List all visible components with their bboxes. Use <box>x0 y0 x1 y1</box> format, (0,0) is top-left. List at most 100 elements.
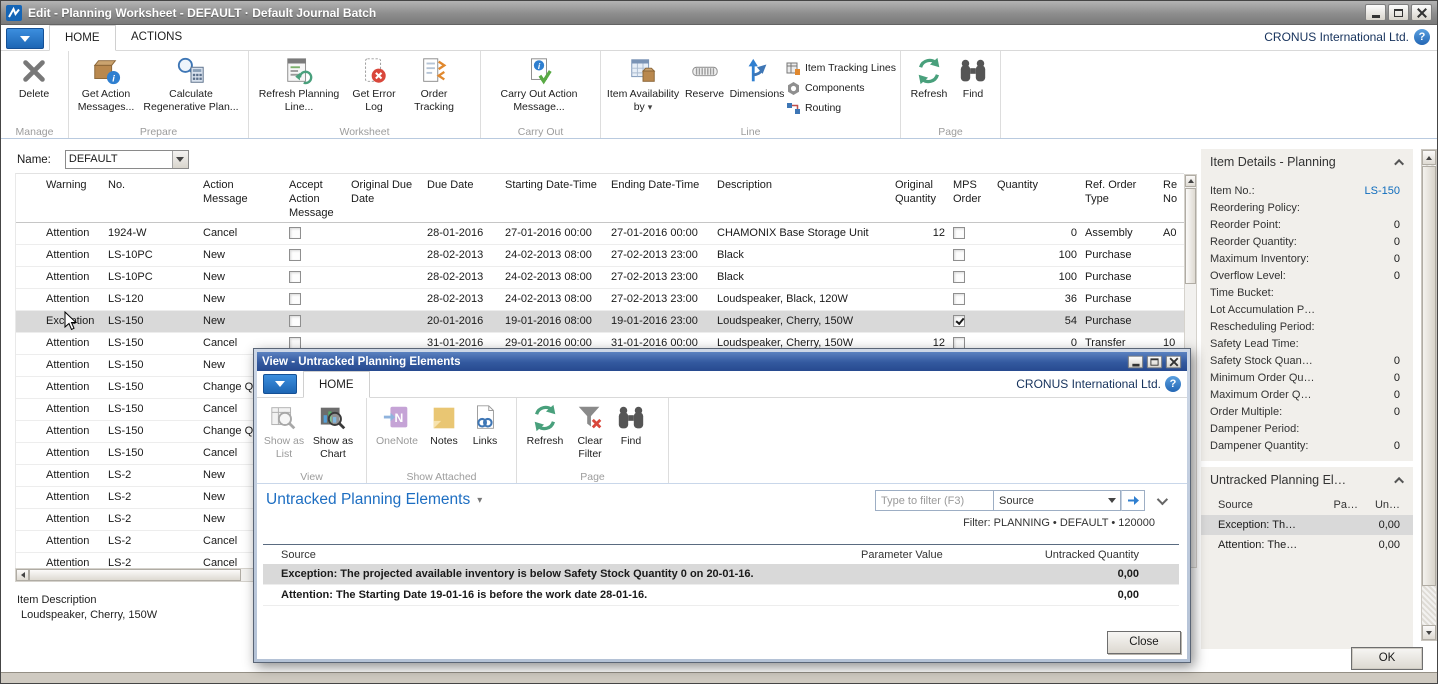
refresh-planning-line-button[interactable]: Refresh Planning Line... <box>253 54 345 113</box>
mps-order-checkbox[interactable] <box>953 271 965 283</box>
sidebar-scrollbar[interactable] <box>1421 149 1437 641</box>
mps-order-checkbox[interactable] <box>953 227 965 239</box>
scroll-up-button[interactable] <box>1185 175 1196 187</box>
tab-home[interactable]: HOME <box>303 371 370 398</box>
grid-row[interactable]: ExceptionLS-150New20-01-201619-01-2016 0… <box>16 311 1185 333</box>
accept-action-message-checkbox[interactable] <box>289 271 301 283</box>
dimensions-button[interactable]: Dimensions <box>728 54 786 101</box>
field-label: Lot Accumulation P… <box>1210 302 1315 319</box>
show-as-list-button[interactable]: Show as List <box>261 401 307 460</box>
mps-order-checkbox[interactable] <box>953 293 965 305</box>
maximize-button[interactable] <box>1147 355 1162 368</box>
table-row[interactable]: Exception: The projected available inven… <box>263 564 1179 585</box>
col-ending-date-time[interactable]: Ending Date-Time <box>607 174 713 223</box>
close-dialog-button[interactable]: Close <box>1107 631 1181 654</box>
order-tracking-button[interactable]: Order Tracking <box>403 54 465 113</box>
planning-fields: Item No.:LS-150Reordering Policy:Reorder… <box>1201 175 1413 465</box>
scroll-down-button[interactable] <box>1422 625 1436 640</box>
col-warning[interactable]: Warning <box>16 174 104 223</box>
ok-button[interactable]: OK <box>1351 647 1423 670</box>
col-ref-order-no[interactable]: Re No <box>1159 174 1185 223</box>
reserve-button[interactable]: Reserve <box>681 54 728 101</box>
panel-header[interactable]: Untracked Planning El… <box>1201 467 1413 493</box>
application-menu-button[interactable] <box>263 374 297 394</box>
col-no[interactable]: No. <box>104 174 199 223</box>
refresh-button[interactable]: Refresh <box>905 54 953 101</box>
tab-home[interactable]: HOME <box>49 25 116 51</box>
cell-no: LS-150 <box>104 311 199 333</box>
scroll-left-button[interactable] <box>16 569 29 581</box>
col-description[interactable]: Description <box>713 174 891 223</box>
chevron-up-icon[interactable] <box>1394 476 1404 486</box>
find-button[interactable]: Find <box>611 401 651 448</box>
page-title[interactable]: Untracked Planning Elements ▾ <box>266 491 482 509</box>
batch-name-combobox[interactable]: DEFAULT <box>65 150 189 169</box>
close-button[interactable] <box>1411 4 1432 21</box>
field-row: Time Bucket: <box>1201 285 1413 302</box>
col-original-due-date[interactable]: Original Due Date <box>347 174 423 223</box>
field-value[interactable]: LS-150 <box>1365 183 1400 200</box>
help-icon[interactable]: ? <box>1414 29 1430 45</box>
refresh-button[interactable]: Refresh <box>521 401 569 448</box>
help-icon[interactable]: ? <box>1165 376 1181 392</box>
routing-button[interactable]: Routing <box>786 100 896 116</box>
col-ref-order-type[interactable]: Ref. Order Type <box>1081 174 1159 223</box>
table-row[interactable]: Attention: The Starting Date 19-01-16 is… <box>263 585 1179 606</box>
filter-input[interactable] <box>875 490 993 511</box>
col-action-message[interactable]: Action Message <box>199 174 285 223</box>
show-as-chart-icon <box>318 403 348 433</box>
get-error-log-button[interactable]: Get Error Log <box>345 54 403 113</box>
col-starting-date-time[interactable]: Starting Date-Time <box>501 174 607 223</box>
calculate-regenerative-plan-button[interactable]: Calculate Regenerative Plan... <box>139 54 243 113</box>
col-original-quantity[interactable]: Original Quantity <box>891 174 949 223</box>
minimize-button[interactable] <box>1128 355 1143 368</box>
application-menu-button[interactable] <box>6 28 44 49</box>
tab-actions[interactable]: ACTIONS <box>116 25 197 51</box>
col-accept-action-message[interactable]: Accept Action Message <box>285 174 347 223</box>
apply-filter-button[interactable] <box>1121 490 1145 511</box>
scrollbar-thumb[interactable] <box>29 569 241 581</box>
list-item[interactable]: Exception: Th…0,00 <box>1201 515 1413 535</box>
get-action-messages-button[interactable]: i Get Action Messages... <box>73 54 139 113</box>
links-button[interactable]: Links <box>465 401 505 448</box>
list-item[interactable]: Attention: The…0,00 <box>1201 535 1413 555</box>
onenote-button[interactable]: N OneNote <box>371 401 423 448</box>
mps-order-checkbox[interactable] <box>953 315 965 327</box>
grid-row[interactable]: AttentionLS-120New28-02-201324-02-2013 0… <box>16 289 1185 311</box>
cell-due-date: 28-02-2013 <box>423 289 501 311</box>
mps-order-checkbox[interactable] <box>953 249 965 261</box>
table-header-row: Source Parameter Value Untracked Quantit… <box>263 544 1179 564</box>
accept-action-message-checkbox[interactable] <box>289 315 301 327</box>
cell-quantity: 36 <box>993 289 1081 311</box>
accept-action-message-checkbox[interactable] <box>289 249 301 261</box>
notes-button[interactable]: Notes <box>423 401 465 448</box>
col-quantity[interactable]: Quantity <box>993 174 1081 223</box>
scrollbar-thumb[interactable] <box>1422 166 1436 586</box>
grid-row[interactable]: AttentionLS-10PCNew28-02-201324-02-2013 … <box>16 245 1185 267</box>
col-mps-order[interactable]: MPS Order <box>949 174 993 223</box>
close-button[interactable] <box>1166 355 1181 368</box>
accept-action-message-checkbox[interactable] <box>289 227 301 239</box>
combobox-dropdown-button[interactable] <box>172 151 188 168</box>
col-due-date[interactable]: Due Date <box>423 174 501 223</box>
scrollbar-thumb[interactable] <box>1185 188 1196 284</box>
expand-filter-pane-icon[interactable] <box>1157 493 1168 504</box>
minimize-button[interactable] <box>1365 4 1386 21</box>
grid-row[interactable]: Attention1924-WCancel28-01-201627-01-201… <box>16 223 1185 245</box>
components-button[interactable]: Components <box>786 80 896 96</box>
clear-filter-button[interactable]: Clear Filter <box>569 401 611 460</box>
item-tracking-lines-button[interactable]: Item Tracking Lines <box>786 60 896 76</box>
item-availability-by-button[interactable]: Item Availability by ▾ <box>605 54 681 113</box>
accept-action-message-checkbox[interactable] <box>289 293 301 305</box>
grid-row[interactable]: AttentionLS-10PCNew28-02-201324-02-2013 … <box>16 267 1185 289</box>
delete-button[interactable]: Delete <box>5 54 63 101</box>
carry-out-action-message-button[interactable]: i Carry Out Action Message... <box>485 54 593 113</box>
chevron-up-icon[interactable] <box>1394 158 1404 168</box>
maximize-button[interactable] <box>1388 4 1409 21</box>
show-as-chart-button[interactable]: Show as Chart <box>307 401 359 460</box>
find-button[interactable]: Find <box>953 54 993 101</box>
cell-mps-order <box>949 267 993 289</box>
panel-header[interactable]: Item Details - Planning <box>1201 149 1413 175</box>
filter-column-select[interactable]: Source <box>993 490 1121 511</box>
scroll-up-button[interactable] <box>1422 150 1436 165</box>
